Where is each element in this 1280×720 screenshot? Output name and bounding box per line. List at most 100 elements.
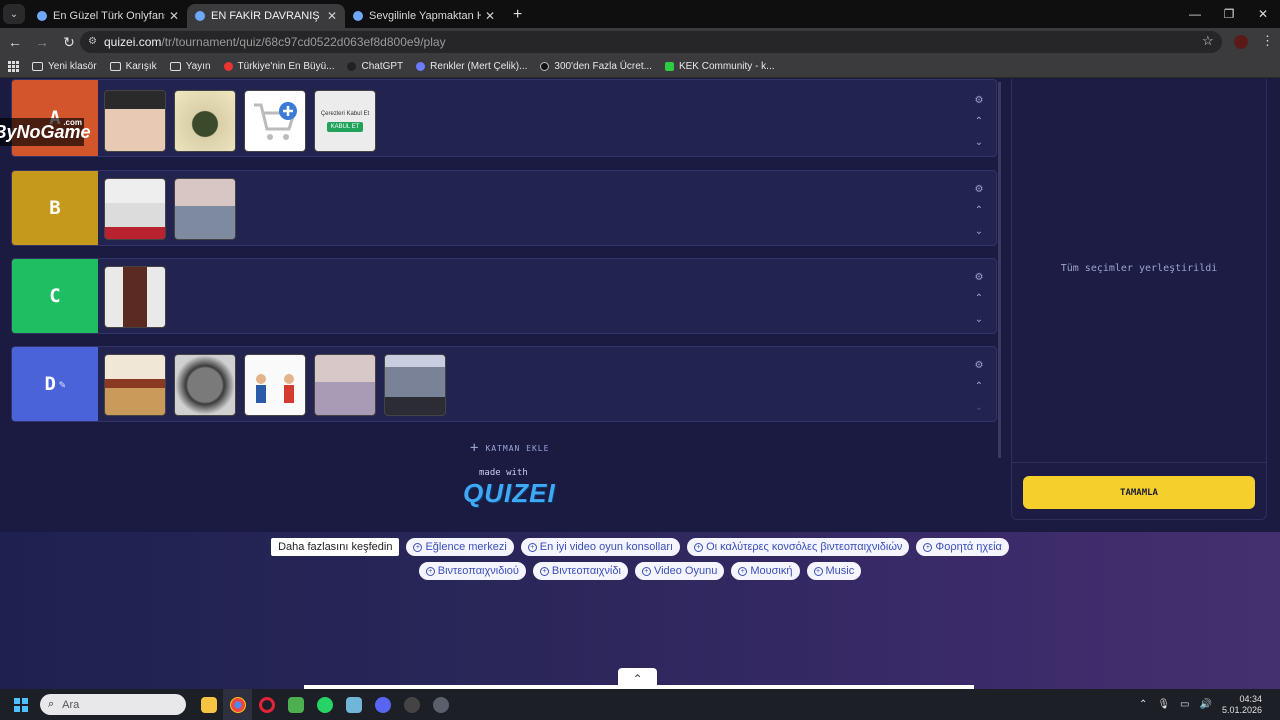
steam-icon[interactable]: [426, 689, 455, 720]
bookmark-link[interactable]: Türkiye'nin En Büyü...: [223, 61, 334, 72]
tab-close-icon[interactable]: ✕: [169, 9, 179, 23]
taskbar-clock[interactable]: 04:34 5.01.2026: [1222, 694, 1262, 716]
item-comic-figures[interactable]: [244, 354, 306, 416]
item-pot-fish[interactable]: [174, 354, 236, 416]
forward-icon[interactable]: →: [30, 34, 54, 50]
explore-chip[interactable]: + Οι καλύτερες κονσόλες βιντεοπαιχνιδιών: [687, 538, 910, 556]
discord-icon[interactable]: [368, 689, 397, 720]
windows-start-icon[interactable]: [14, 697, 28, 712]
tier-label[interactable]: D ✎: [12, 347, 98, 421]
settings-gear-icon[interactable]: ⚙: [975, 267, 984, 288]
file-explorer-icon[interactable]: [194, 689, 223, 720]
edit-pencil-icon[interactable]: ✎: [59, 378, 66, 391]
item-taxi-cartoon[interactable]: [314, 354, 376, 416]
chevron-down-icon[interactable]: ⌄: [975, 132, 983, 153]
explore-chip[interactable]: + Βιντεοπαιχνίδι: [532, 562, 628, 580]
chrome-icon[interactable]: [223, 689, 252, 720]
bookmark-link[interactable]: KEK Community - k...: [664, 61, 775, 72]
explore-chip[interactable]: + Μουσική: [731, 562, 800, 580]
tab-close-icon[interactable]: ✕: [327, 9, 337, 23]
tierlist-scrollbar[interactable]: [998, 82, 1001, 458]
explore-chip[interactable]: + Video Oyunu: [634, 562, 725, 580]
minimize-icon[interactable]: —: [1178, 0, 1212, 28]
settings-gear-icon[interactable]: ⚙: [975, 355, 984, 376]
folder-icon: [109, 62, 121, 71]
bookmark-star-icon[interactable]: ☆: [1202, 33, 1214, 49]
explore-chip[interactable]: + Φορητά ηχεία: [916, 538, 1009, 556]
tab-close-icon[interactable]: ✕: [485, 9, 495, 23]
chip-search-icon: +: [694, 542, 704, 552]
restore-icon[interactable]: ❐: [1212, 0, 1246, 28]
reload-icon[interactable]: ↻: [57, 34, 81, 51]
chip-search-icon: +: [413, 542, 423, 552]
whatsapp-icon[interactable]: [310, 689, 339, 720]
chevron-up-icon[interactable]: ⌃: [975, 376, 983, 397]
chevron-up-icon[interactable]: ⌃: [975, 288, 983, 309]
minecraft-icon[interactable]: [281, 689, 310, 720]
bookmark-folder[interactable]: Karışık: [109, 61, 157, 72]
back-icon[interactable]: ←: [3, 34, 27, 50]
tab-title: Sevgilinle Yapmaktan Hoşlandı: [369, 10, 481, 22]
chevron-up-icon[interactable]: ⌃: [975, 111, 983, 132]
bookmark-link[interactable]: ChatGPT: [347, 61, 403, 72]
site-info-icon[interactable]: ⚙: [88, 36, 97, 47]
chevron-up-icon[interactable]: ⌃: [975, 200, 983, 221]
close-window-icon[interactable]: ✕: [1246, 0, 1280, 28]
chip-label: Music: [825, 565, 855, 577]
explore-chip[interactable]: + Music: [806, 562, 862, 580]
browser-menu-icon[interactable]: ⋮: [1261, 33, 1274, 49]
bookmark-link[interactable]: 300'den Fazla Ücret...: [540, 61, 652, 72]
item-man-shirt[interactable]: [104, 178, 166, 240]
add-layer-label: KATMAN EKLE: [485, 443, 550, 453]
item-man-flowers[interactable]: [174, 90, 236, 152]
url-field[interactable]: ⚙ quizei.com/tr/tournament/quiz/68c97cd0…: [80, 31, 1222, 53]
item-gym-man[interactable]: [384, 354, 446, 416]
tab-0[interactable]: En Güzel Türk Onlyfansçı - Tier ✕: [29, 4, 187, 28]
bookmark-folder[interactable]: Yayın: [169, 61, 211, 72]
item-cookie-banner[interactable]: Çerezleri Kabul Et KABUL ET: [314, 90, 376, 152]
chip-label: Φορητά ηχεία: [935, 541, 1002, 553]
game-launcher-icon[interactable]: [339, 689, 368, 720]
tier-label[interactable]: B: [12, 171, 98, 245]
chevron-down-icon[interactable]: ⌄: [975, 221, 983, 242]
bookmark-folder[interactable]: Yeni klasör: [32, 61, 97, 72]
item-portrait-boy[interactable]: [104, 90, 166, 152]
taskbar-search[interactable]: ⌕ Ara: [40, 694, 186, 715]
item-shopping-cart[interactable]: [244, 90, 306, 152]
tab-2[interactable]: Sevgilinle Yapmaktan Hoşlandı ✕: [345, 4, 503, 28]
tray-chevron-icon[interactable]: ⌃: [1139, 699, 1147, 710]
chevron-down-icon[interactable]: ⌄: [975, 309, 983, 330]
chevron-down-icon[interactable]: ⌄: [975, 397, 983, 418]
bookmark-link[interactable]: Renkler (Mert Çelik)...: [416, 61, 527, 72]
settings-gear-icon[interactable]: ⚙: [975, 179, 984, 200]
profile-avatar[interactable]: [1234, 35, 1248, 49]
obs-icon[interactable]: [397, 689, 426, 720]
quizei-logo[interactable]: QUIZEI: [463, 478, 556, 509]
all-placed-message: Tüm seçimler yerleştirildi: [1060, 263, 1218, 274]
volume-icon[interactable]: 🔊: [1200, 699, 1212, 710]
address-toolbar: ← → ↻ ⚙ quizei.com/tr/tournament/quiz/68…: [0, 28, 1280, 56]
apps-grid-icon[interactable]: [8, 60, 20, 73]
settings-gear-icon[interactable]: ⚙: [975, 90, 984, 111]
explore-chip[interactable]: + Eğlence merkezi: [406, 538, 514, 556]
new-tab-icon[interactable]: +: [513, 6, 522, 24]
item-tea-biscuits[interactable]: [104, 354, 166, 416]
explore-chip[interactable]: + Βιντεοπαιχνιδιού: [418, 562, 526, 580]
tier-label[interactable]: C: [12, 259, 98, 333]
complete-button[interactable]: TAMAMLA: [1023, 476, 1255, 509]
tier-controls: ⚙ ⌃ ⌄: [972, 267, 986, 330]
tab-1[interactable]: EN FAKİR DAVRANIŞ - Tier List ✕: [187, 4, 345, 28]
tab-search-icon[interactable]: ⌄: [3, 4, 25, 24]
cookie-title: Çerezleri Kabul Et: [320, 110, 370, 117]
add-layer-button[interactable]: + KATMAN EKLE: [470, 440, 549, 456]
explore-more-label: Daha fazlasını keşfedin: [271, 538, 400, 556]
item-pocket-coins[interactable]: [174, 178, 236, 240]
opera-icon[interactable]: [252, 689, 281, 720]
clock-time: 04:34: [1239, 693, 1262, 704]
mic-icon[interactable]: 🎙: [1157, 699, 1170, 710]
display-icon[interactable]: ▭: [1180, 699, 1189, 710]
bookmark-label: Yayın: [185, 61, 211, 72]
item-old-phone[interactable]: [104, 266, 166, 328]
made-with-label: made with: [479, 468, 528, 478]
explore-chip[interactable]: + En iyi video oyun konsolları: [520, 538, 681, 556]
